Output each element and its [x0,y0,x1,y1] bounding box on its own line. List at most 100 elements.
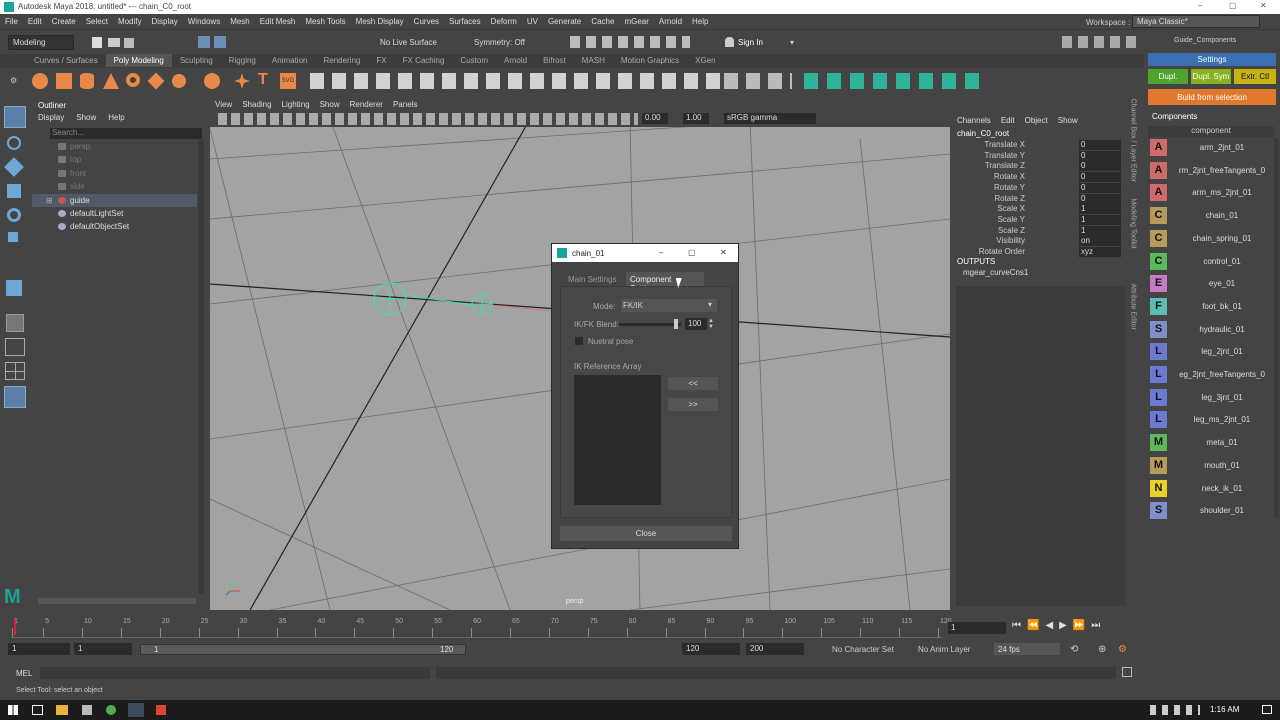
menu-uv[interactable]: UV [522,14,543,29]
paint-select-icon[interactable] [4,157,24,177]
user-icon[interactable] [725,37,734,47]
outliner-menu-display[interactable]: Display [38,113,64,122]
channel-menu-object[interactable]: Object [1025,116,1048,125]
component-item[interactable]: Mmeta_01 [1148,433,1274,453]
shelf-tab-rendering[interactable]: Rendering [315,54,368,67]
dialog-maximize-button[interactable]: ▢ [688,248,696,257]
type-tool-icon[interactable]: T [258,71,268,89]
dialog-minimize-button[interactable]: – [659,248,663,257]
ik-fk-blend-stepper[interactable]: ▲ ▼ [708,318,714,330]
channel-value[interactable]: 0 [1079,150,1121,161]
shelf-tab-poly-modeling[interactable]: Poly Modeling [105,54,172,67]
shelf-gear-icon[interactable]: ⚙ [10,76,17,85]
new-scene-icon[interactable] [92,37,102,48]
build-from-selection-button[interactable]: Build from selection [1148,89,1276,105]
menu-modify[interactable]: Modify [113,14,147,29]
ik-fk-blend-slider-handle[interactable] [674,319,679,329]
dupl-button[interactable]: Dupl. [1148,69,1188,84]
shelf-tab-custom[interactable]: Custom [452,54,496,67]
component-scrollbar[interactable] [1274,138,1279,518]
maximize-button[interactable]: ▢ [1229,1,1237,10]
menu-help[interactable]: Help [687,14,713,29]
menu-mgear[interactable]: mGear [619,14,653,29]
side-tab-attribute-editor[interactable]: Attribute Editor [1130,284,1137,354]
component-item[interactable]: Ccontrol_01 [1148,252,1274,272]
time-slider[interactable]: 1510152025303540455055606570758085909510… [0,613,1280,641]
shelf-tab-bifrost[interactable]: Bifrost [535,54,574,67]
outliner-menu-show[interactable]: Show [76,113,96,122]
extr-ctl-button[interactable]: Extr. Ctl [1234,69,1276,84]
viewport-menu-show[interactable]: Show [315,99,345,110]
lasso-tool-icon[interactable] [7,136,21,150]
fps-dropdown[interactable]: 24 fps [994,643,1060,655]
neutral-pose-checkbox[interactable] [575,337,583,345]
viewport-menu-panels[interactable]: Panels [388,99,422,110]
layout-single-icon[interactable] [5,338,25,356]
shelf-tab-animation[interactable]: Animation [264,54,316,67]
menu-surfaces[interactable]: Surfaces [444,14,486,29]
save-scene-icon[interactable] [124,38,134,48]
mode-dropdown[interactable]: FK/IK [621,299,717,312]
ik-fk-blend-value[interactable]: 100 [685,318,707,330]
component-item[interactable]: Leg_2jnt_freeTangents_0 [1148,365,1274,385]
panel-toggle-icons[interactable] [1062,36,1136,48]
windows-start-icon[interactable] [8,705,18,715]
uv-tools-icons[interactable] [724,73,792,89]
mode-chevron-down-icon[interactable]: ▾ [708,300,712,309]
component-item[interactable]: Cchain_01 [1148,206,1274,226]
channel-value[interactable]: 0 [1079,172,1121,183]
playback-end-field[interactable]: 120 [682,643,740,655]
exposure-field[interactable]: 0.00 [642,113,668,124]
channel-value[interactable]: 1 [1079,204,1121,215]
outliner-item[interactable]: ⊞ guide [32,193,197,207]
channel-row[interactable]: Rotate X 0 [953,172,1128,183]
component-item[interactable]: Nneck_ik_01 [1148,479,1274,499]
menu-edit-mesh[interactable]: Edit Mesh [255,14,301,29]
outliner-hscrollbar[interactable] [38,598,196,604]
soft-select-icon[interactable] [6,314,24,332]
poly-pyramid-icon[interactable] [204,73,220,89]
poly-sphere-icon[interactable] [32,73,48,89]
channel-row[interactable]: Rotate Z 0 [953,193,1128,205]
menu-cache[interactable]: Cache [586,14,619,29]
poly-cube-icon[interactable] [56,73,72,89]
outliner-item[interactable]: side [32,180,197,193]
dupl-sym-button[interactable]: Dupl. Sym [1191,69,1231,84]
chrome-icon[interactable] [106,705,116,715]
menu-generate[interactable]: Generate [543,14,586,29]
rotate-tool-icon[interactable] [7,208,21,222]
poly-cylinder-icon[interactable] [80,73,94,89]
shelf-tab-motion-graphics[interactable]: Motion Graphics [613,54,687,67]
component-item[interactable]: Arm_2jnt_freeTangents_0 [1148,161,1274,181]
viewport-menu-lighting[interactable]: Lighting [277,99,315,110]
outliner-item[interactable]: top [32,153,197,166]
menu-file[interactable]: File [0,14,23,29]
tab-main-settings[interactable]: Main Settings [568,275,616,284]
add-reference-button[interactable]: << [668,377,718,390]
viewport-menu-shading[interactable]: Shading [237,99,276,110]
component-item[interactable]: Lleg_3jnt_01 [1148,388,1274,408]
poly-plane-icon[interactable] [147,72,165,90]
channel-value[interactable]: xyz [1079,247,1121,257]
menu-deform[interactable]: Deform [486,14,522,29]
component-item[interactable]: Eeye_01 [1148,274,1274,294]
component-item[interactable]: Shydraulic_01 [1148,320,1274,340]
component-item[interactable]: Lleg_2jnt_01 [1148,342,1274,362]
select-by-object-icon[interactable] [214,36,226,48]
script-editor-icon[interactable] [1122,667,1132,677]
outliner-item[interactable]: persp [32,140,197,153]
app-red-icon[interactable] [156,705,166,715]
channel-menu-channels[interactable]: Channels [957,116,991,125]
channel-value[interactable]: 0 [1079,193,1121,204]
outliner-item[interactable]: front [32,167,197,180]
channel-row[interactable]: Scale X 1 [953,204,1128,215]
sign-in-link[interactable]: Sign In [738,38,763,47]
viewport-menu-view[interactable]: View [210,99,237,110]
close-button[interactable]: ✕ [1260,1,1267,10]
channel-value[interactable]: 1 [1079,214,1121,225]
ik-reference-list[interactable] [574,375,661,505]
anim-layer-dropdown[interactable]: No Anim Layer [918,645,970,654]
dialog-close-button[interactable]: ✕ [720,248,727,257]
channel-menu-show[interactable]: Show [1058,116,1078,125]
chevron-down-icon[interactable]: ▾ [790,38,794,47]
